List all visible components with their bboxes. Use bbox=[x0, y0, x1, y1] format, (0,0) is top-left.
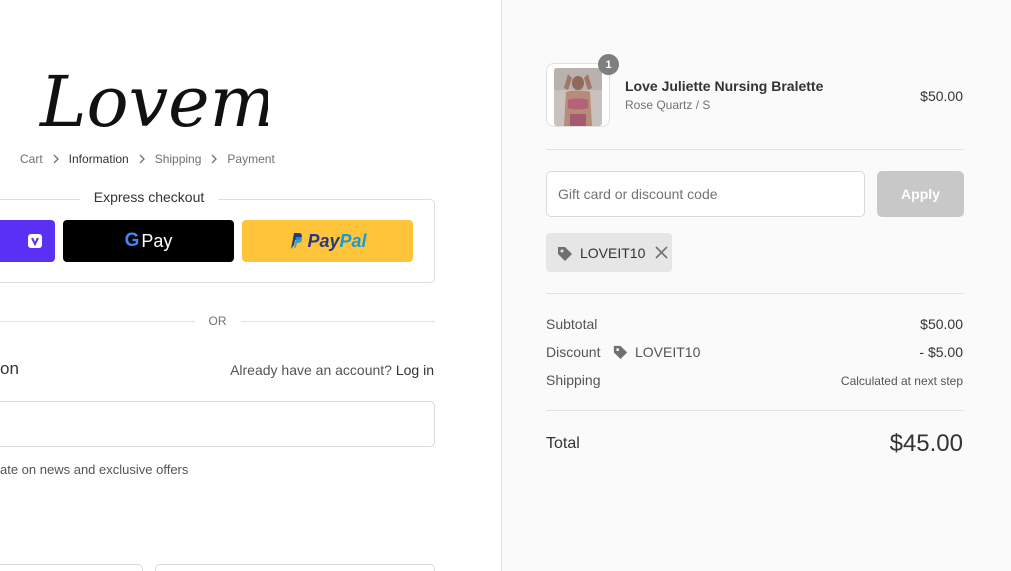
product-thumbnail bbox=[546, 63, 610, 127]
login-link[interactable]: Log in bbox=[396, 362, 434, 378]
or-label: OR bbox=[208, 314, 227, 328]
breadcrumb-cart[interactable]: Cart bbox=[20, 152, 43, 166]
name-field[interactable] bbox=[155, 564, 435, 571]
breadcrumb: Cart Information Shipping Payment bbox=[20, 152, 275, 166]
product-image bbox=[554, 68, 602, 126]
shipping-value: Calculated at next step bbox=[840, 374, 963, 388]
country-field[interactable] bbox=[0, 564, 143, 571]
summary-divider bbox=[546, 410, 964, 411]
order-summary: 1 Love Juliette Nursing Bralette Rose Qu… bbox=[501, 0, 1011, 571]
email-field[interactable] bbox=[0, 401, 435, 447]
product-price: $50.00 bbox=[920, 88, 963, 104]
product-name: Love Juliette Nursing Bralette bbox=[625, 78, 824, 94]
paypal-pay-text: Pay bbox=[307, 230, 340, 251]
paypal-button[interactable]: PayPal bbox=[242, 220, 413, 262]
breadcrumb-shipping: Shipping bbox=[154, 152, 202, 166]
quantity-badge: 1 bbox=[598, 54, 619, 75]
discount-code-input[interactable] bbox=[546, 171, 865, 217]
remove-discount-icon[interactable] bbox=[655, 246, 668, 259]
discount-code-text: LOVEIT10 bbox=[635, 343, 701, 360]
chevron-right-icon bbox=[53, 154, 59, 164]
applied-discount-chip: LOVEIT10 bbox=[546, 233, 672, 272]
subtotal-value: $50.00 bbox=[920, 316, 963, 332]
breadcrumb-information: Information bbox=[68, 152, 129, 166]
brand-logo-text: Lovemère bbox=[38, 61, 268, 143]
tag-icon bbox=[558, 246, 572, 261]
paypal-pal-text: Pal bbox=[339, 230, 367, 251]
shipping-label: Shipping bbox=[546, 372, 601, 388]
paypal-p-icon bbox=[291, 233, 303, 249]
checkout-main-column: Lovemère Cart Information Shipping Payme… bbox=[0, 0, 501, 571]
product-variant: Rose Quartz / S bbox=[625, 98, 711, 112]
chevron-right-icon bbox=[139, 154, 145, 164]
google-g-icon: G bbox=[124, 230, 140, 251]
divider-line bbox=[240, 320, 435, 322]
discount-code-tag: LOVEIT10 bbox=[612, 343, 700, 360]
or-divider: OR bbox=[0, 313, 435, 329]
tag-icon bbox=[613, 345, 628, 360]
discount-label: Discount bbox=[546, 344, 601, 360]
total-value: $45.00 bbox=[889, 430, 963, 457]
chevron-right-icon bbox=[211, 154, 218, 164]
shop-pay-button[interactable] bbox=[0, 220, 55, 262]
brand-logo[interactable]: Lovemère bbox=[38, 48, 268, 143]
newsletter-label[interactable]: ate on news and exclusive offers bbox=[0, 462, 188, 477]
contact-heading: on bbox=[0, 359, 19, 378]
discount-value: - $5.00 bbox=[919, 344, 963, 360]
total-label: Total bbox=[546, 435, 580, 452]
subtotal-label: Subtotal bbox=[546, 316, 598, 332]
summary-divider bbox=[546, 293, 964, 294]
account-prompt: Already have an account? Log in bbox=[230, 362, 434, 378]
summary-divider bbox=[546, 149, 964, 150]
applied-code-label: LOVEIT10 bbox=[580, 244, 646, 261]
breadcrumb-payment: Payment bbox=[227, 152, 275, 166]
gpay-label: Pay bbox=[141, 230, 173, 251]
google-pay-button[interactable]: G Pay bbox=[63, 220, 234, 262]
account-prompt-text: Already have an account? bbox=[230, 362, 392, 378]
express-checkout-title: Express checkout bbox=[80, 189, 218, 205]
divider-line bbox=[0, 320, 195, 322]
apply-discount-button[interactable]: Apply bbox=[877, 171, 964, 217]
shop-pay-logo-icon bbox=[27, 234, 42, 248]
